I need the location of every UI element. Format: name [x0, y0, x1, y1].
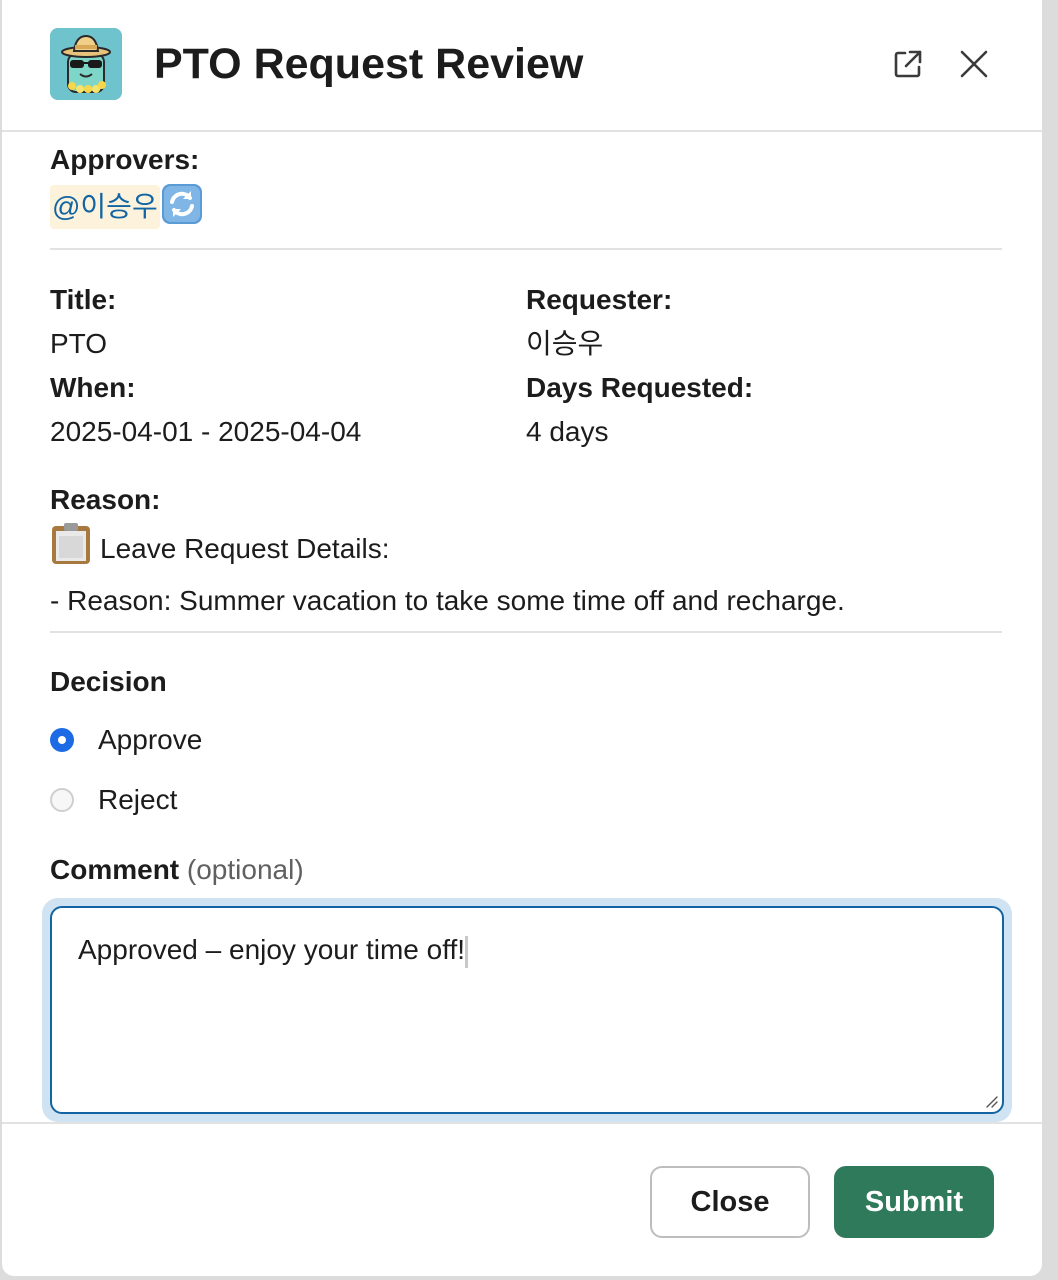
- reason-section: Reason: Leave Request Details: - Reason:…: [50, 478, 1002, 623]
- comment-optional-hint: (optional): [186, 854, 304, 885]
- approvers-section: Approvers: @이승우: [50, 134, 1002, 231]
- radio-approve-label: Approve: [98, 724, 203, 755]
- modal-footer: Close Submit: [2, 1122, 1042, 1276]
- beach-sunglasses-avatar-icon: [50, 28, 122, 100]
- submit-button[interactable]: Submit: [834, 1166, 994, 1238]
- radio-reject[interactable]: Reject: [50, 778, 177, 822]
- details-right-column: Requester: 이승우 Days Requested: 4 days: [526, 278, 986, 454]
- resize-handle-icon[interactable]: [984, 1094, 998, 1108]
- days-requested-label: Days Requested:: [526, 372, 754, 403]
- text-caret: [465, 935, 469, 968]
- divider: [50, 631, 1002, 633]
- title-label: Title:: [50, 284, 117, 315]
- open-in-window-button[interactable]: [886, 42, 930, 86]
- days-requested-value: 4 days: [526, 416, 609, 447]
- reason-label: Reason:: [50, 484, 161, 515]
- modal-header: PTO Request Review: [2, 0, 1042, 132]
- approvers-list: @이승우: [50, 182, 1002, 231]
- comment-textarea[interactable]: Approved – enjoy your time off!: [50, 906, 1004, 1114]
- comment-label-text: Comment: [50, 854, 180, 885]
- comment-focus-ring: Approved – enjoy your time off!: [42, 898, 1012, 1122]
- radio-reject-indicator[interactable]: [50, 788, 74, 812]
- clipboard-icon: [50, 522, 92, 579]
- close-button[interactable]: Close: [650, 1166, 810, 1238]
- comment-text: Approved – enjoy your time off!: [78, 934, 466, 965]
- radio-reject-label: Reject: [98, 784, 178, 815]
- arrows-counterclockwise-icon: [160, 182, 204, 231]
- close-modal-button[interactable]: [952, 42, 996, 86]
- approvers-label: Approvers:: [50, 144, 200, 175]
- requester-label: Requester:: [526, 284, 673, 315]
- modal-title: PTO Request Review: [154, 40, 584, 88]
- title-value: PTO: [50, 328, 108, 359]
- reason-line-1: Leave Request Details:: [50, 522, 1002, 579]
- reason-line-2: - Reason: Summer vacation to take some t…: [50, 585, 845, 616]
- radio-approve-indicator[interactable]: [50, 728, 74, 752]
- external-link-icon: [894, 50, 922, 78]
- radio-approve[interactable]: Approve: [50, 718, 202, 762]
- comment-label: Comment (optional): [50, 848, 304, 892]
- when-label: When:: [50, 372, 136, 403]
- divider: [50, 248, 1002, 250]
- details-left-column: Title: PTO When: 2025-04-01 - 2025-04-04: [50, 278, 510, 454]
- requester-value: 이승우: [526, 328, 604, 359]
- decision-label: Decision: [50, 666, 167, 697]
- reason-line-1-text: Leave Request Details:: [100, 532, 390, 564]
- pto-review-modal: PTO Request Review Approvers: @이승우 Title…: [2, 0, 1042, 1276]
- approver-mention[interactable]: @이승우: [50, 184, 160, 229]
- close-icon: [960, 50, 988, 78]
- when-value: 2025-04-01 - 2025-04-04: [50, 416, 362, 447]
